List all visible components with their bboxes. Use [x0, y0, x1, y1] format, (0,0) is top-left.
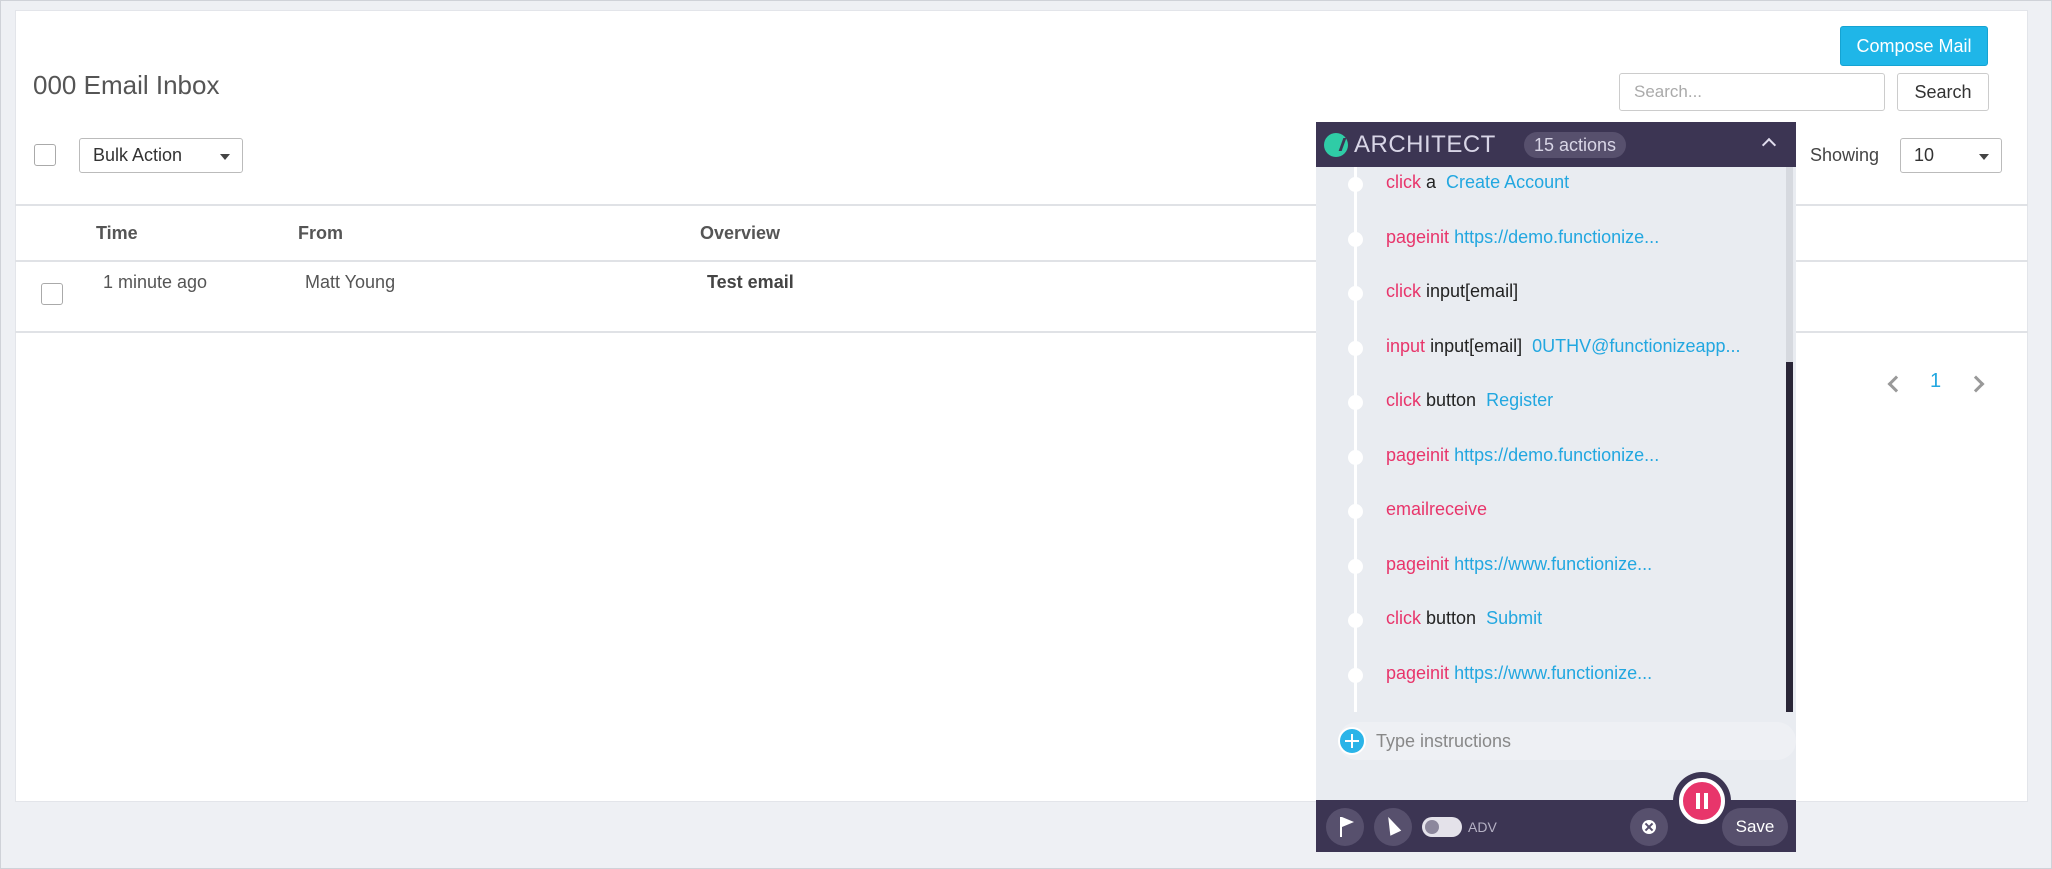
- architect-panel: ARCHITECT 15 actions click a Create Acco…: [1316, 122, 1796, 852]
- action-value: https://www.functionize...: [1454, 663, 1653, 683]
- timeline-dot: [1348, 395, 1363, 410]
- compose-mail-button[interactable]: Compose Mail: [1840, 26, 1988, 66]
- action-keyword: click: [1386, 281, 1421, 301]
- architect-logo-icon: [1324, 133, 1348, 157]
- pagination-page[interactable]: 1: [1930, 370, 1941, 393]
- flag-button[interactable]: [1326, 808, 1364, 846]
- select-all-checkbox[interactable]: [34, 144, 56, 166]
- action-item[interactable]: pageinit https://demo.functionize...: [1386, 445, 1659, 466]
- cursor-pointer-icon: [1382, 814, 1402, 836]
- timeline-dot: [1348, 613, 1363, 628]
- row-checkbox[interactable]: [41, 283, 63, 305]
- action-keyword: pageinit: [1386, 227, 1450, 247]
- action-item[interactable]: pageinit https://www.functionize...: [1386, 663, 1652, 684]
- pause-recording-button[interactable]: [1679, 778, 1725, 824]
- bulk-action-dropdown[interactable]: Bulk Action: [79, 138, 243, 173]
- adv-label: ADV: [1468, 819, 1497, 835]
- page-title: 000 Email Inbox: [33, 70, 220, 100]
- action-item[interactable]: click button Register: [1386, 390, 1553, 411]
- action-item[interactable]: pageinit https://www.functionize...: [1386, 554, 1652, 575]
- timeline-line: [1354, 167, 1357, 712]
- action-target: input[email]: [1430, 336, 1523, 356]
- page-size-value: 10: [1914, 145, 1935, 165]
- architect-title: ARCHITECT: [1354, 131, 1496, 158]
- action-item[interactable]: pageinit https://demo.functionize...: [1386, 227, 1659, 248]
- action-target: a: [1426, 172, 1437, 192]
- action-item[interactable]: click input[email]: [1386, 281, 1518, 302]
- save-button[interactable]: Save: [1722, 808, 1788, 846]
- cancel-button[interactable]: [1630, 808, 1668, 846]
- action-keyword: click: [1386, 390, 1421, 410]
- action-list-scrollbar-thumb[interactable]: [1786, 362, 1793, 712]
- action-value: https://www.functionize...: [1454, 554, 1653, 574]
- element-select-button[interactable]: [1374, 808, 1412, 846]
- action-list[interactable]: click a Create Account pageinit https://…: [1316, 167, 1782, 712]
- add-instruction-icon[interactable]: [1338, 727, 1366, 755]
- action-item[interactable]: input input[email] 0UTHV@functionizeapp.…: [1386, 336, 1741, 357]
- action-keyword: pageinit: [1386, 663, 1450, 683]
- architect-header: ARCHITECT 15 actions: [1316, 122, 1796, 167]
- timeline-dot: [1348, 668, 1363, 683]
- row-time: 1 minute ago: [103, 272, 208, 292]
- action-keyword: input: [1386, 336, 1426, 356]
- timeline-dot: [1348, 450, 1363, 465]
- action-target: button: [1426, 608, 1477, 628]
- action-keyword: click: [1386, 172, 1421, 192]
- row-overview: Test email: [707, 272, 794, 292]
- timeline-dot: [1348, 504, 1363, 519]
- page-size-select[interactable]: 10: [1900, 138, 2002, 173]
- showing-label: Showing: [1810, 145, 1880, 165]
- search-button[interactable]: Search: [1897, 73, 1989, 111]
- action-value: Register: [1486, 390, 1554, 410]
- column-header-from[interactable]: From: [298, 223, 343, 244]
- adv-toggle[interactable]: [1422, 817, 1462, 837]
- action-value: 0UTHV@functionizeapp...: [1532, 336, 1741, 356]
- action-value: https://demo.functionize...: [1454, 227, 1660, 247]
- action-keyword: emailreceive: [1386, 499, 1488, 519]
- bulk-action-label: Bulk Action: [93, 145, 183, 165]
- action-value: Submit: [1486, 608, 1543, 628]
- timeline-dot: [1348, 559, 1363, 574]
- close-icon: [1642, 820, 1656, 834]
- action-keyword: click: [1386, 608, 1421, 628]
- action-item[interactable]: click button Submit: [1386, 608, 1542, 629]
- action-count-badge: 15 actions: [1524, 132, 1627, 158]
- column-header-time[interactable]: Time: [96, 223, 138, 244]
- action-target: input[email]: [1426, 281, 1519, 301]
- timeline-dot: [1348, 341, 1363, 356]
- caret-down-icon: [1979, 154, 1989, 160]
- action-value: https://demo.functionize...: [1454, 445, 1660, 465]
- action-target: button: [1426, 390, 1477, 410]
- caret-down-icon: [220, 154, 230, 160]
- timeline-dot: [1348, 286, 1363, 301]
- action-value: Create Account: [1446, 172, 1570, 192]
- search-input[interactable]: [1619, 73, 1885, 111]
- action-keyword: pageinit: [1386, 445, 1450, 465]
- timeline-dot: [1348, 232, 1363, 247]
- timeline-dot: [1348, 177, 1363, 192]
- action-item[interactable]: click a Create Account: [1386, 172, 1569, 193]
- action-item[interactable]: emailreceive: [1386, 499, 1487, 520]
- toggle-knob: [1425, 820, 1439, 834]
- row-from: Matt Young: [305, 272, 396, 292]
- action-keyword: pageinit: [1386, 554, 1450, 574]
- column-header-overview[interactable]: Overview: [700, 223, 780, 244]
- chevron-up-icon[interactable]: [1761, 137, 1777, 153]
- instructions-input[interactable]: [1376, 727, 1786, 755]
